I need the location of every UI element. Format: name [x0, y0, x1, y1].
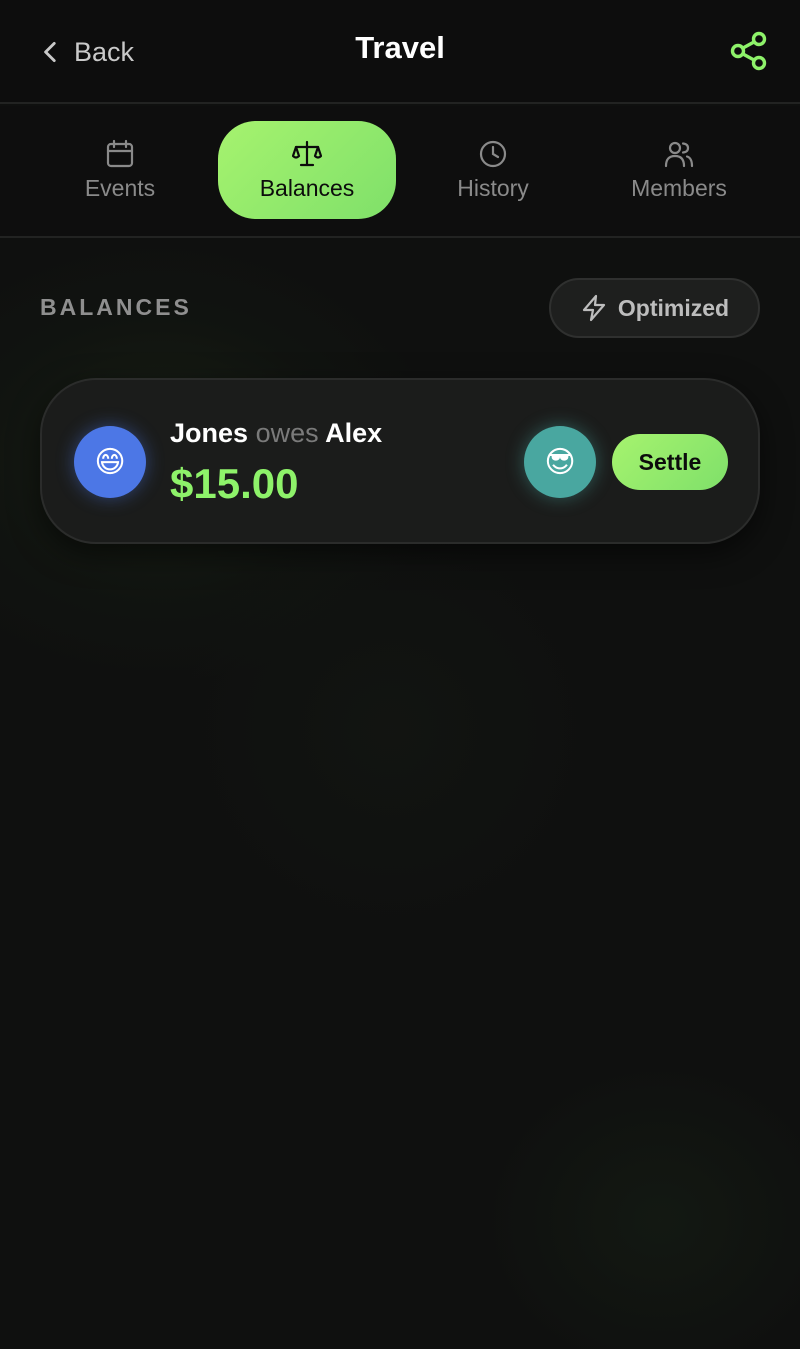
- lightning-icon: [582, 294, 606, 322]
- balance-description: Jones owes Alex: [170, 418, 382, 449]
- top-bar: Back Travel: [0, 0, 800, 104]
- optimized-toggle[interactable]: Optimized: [549, 278, 760, 338]
- balance-amount: $15.00: [170, 460, 299, 507]
- settle-button[interactable]: Settle: [612, 434, 728, 490]
- page-title: Travel: [355, 30, 445, 65]
- users-icon: [664, 141, 694, 167]
- calendar-icon: [106, 139, 134, 167]
- tab-members[interactable]: Members: [590, 121, 768, 219]
- tab-bar: Events Balances History Members: [0, 106, 800, 238]
- debtor-name: Jones: [170, 418, 249, 448]
- avatar: 😄: [74, 426, 146, 498]
- optimized-label: Optimized: [617, 294, 730, 321]
- background-glow: [480, 1060, 800, 1349]
- tab-label: History: [457, 174, 529, 201]
- owes-label: owes: [255, 418, 319, 448]
- clock-icon: [479, 140, 507, 167]
- share-icon[interactable]: [728, 30, 770, 72]
- section-title: BALANCES: [40, 294, 192, 320]
- balances-screen: Back Travel Events Balances History Memb…: [0, 0, 800, 1349]
- background-glow: [180, 520, 600, 940]
- tab-label: Balances: [259, 174, 355, 201]
- tab-label: Members: [631, 174, 727, 201]
- tab-balances[interactable]: Balances: [218, 121, 396, 219]
- tab-events[interactable]: Events: [31, 121, 209, 219]
- avatar: 😎: [524, 426, 596, 498]
- creditor-name: Alex: [325, 418, 383, 448]
- scale-icon: [292, 140, 322, 166]
- tab-label: Events: [84, 174, 156, 201]
- tab-history[interactable]: History: [404, 121, 582, 219]
- balance-card: 😄 Jones owes Alex $15.00 😎 Settle: [40, 378, 760, 544]
